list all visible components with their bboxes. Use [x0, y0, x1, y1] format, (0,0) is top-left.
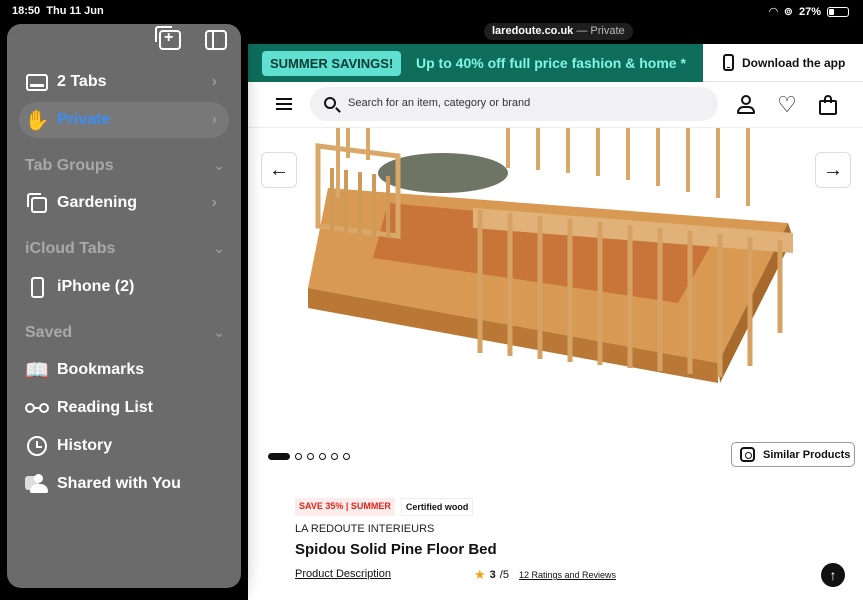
tabs-icon	[26, 73, 48, 91]
glasses-icon	[25, 403, 49, 413]
battery-fill	[829, 8, 834, 15]
product-brand[interactable]: LA REDOUTE INTERIEURS	[295, 523, 434, 535]
sale-badge: SAVE 35% | SUMMER	[295, 498, 395, 516]
similar-products-label: Similar Products	[763, 448, 851, 461]
menu-icon[interactable]	[276, 98, 292, 110]
certified-badge: Certified wood	[400, 498, 474, 516]
orientation-lock-icon: ⊚	[783, 6, 793, 18]
section-header: iCloud Tabs	[25, 240, 116, 257]
chevron-right-icon: ›	[211, 73, 217, 90]
promo-tag: SUMMER SAVINGS!	[262, 51, 402, 76]
chevron-down-icon: ⌄	[213, 157, 225, 173]
phone-icon	[723, 54, 734, 71]
sidebar-item-iphone[interactable]: iPhone (2)	[19, 269, 229, 305]
chevron-right-icon: ›	[211, 194, 217, 211]
search-placeholder: Search for an item, category or brand	[348, 97, 531, 109]
promo-text: Up to 40% off full price fashion & home …	[416, 55, 686, 71]
battery-icon	[827, 6, 849, 17]
status-right: ◠ ⊚ 27%	[769, 5, 849, 18]
wifi-icon: ◠	[769, 6, 778, 18]
gallery-dot[interactable]	[295, 453, 302, 460]
sidebar-item-label: Bookmarks	[57, 361, 145, 378]
safari-sidebar: 2 Tabs › ✋ Private › Tab Groups ⌄ Garden…	[7, 24, 241, 588]
sidebar-item-reading-list[interactable]: Reading List	[19, 390, 229, 426]
sidebar-item-tabs[interactable]: 2 Tabs ›	[19, 64, 229, 100]
product-rating: ★ 3 /5 12 Ratings and Reviews	[474, 567, 616, 583]
web-page: SUMMER SAVINGS! Up to 40% off full price…	[248, 44, 863, 600]
battery-percent: 27%	[798, 5, 821, 18]
product-info: SAVE 35% | SUMMER Certified wood LA REDO…	[248, 473, 863, 600]
product-description-link[interactable]: Product Description	[295, 568, 391, 580]
address-domain: laredoute.co.uk	[492, 25, 574, 37]
section-header: Saved	[25, 324, 73, 341]
rating-max: /5	[499, 569, 509, 581]
gallery-next-button[interactable]: →	[815, 152, 851, 188]
download-app-label: Download the app	[742, 55, 846, 70]
iphone-icon	[30, 276, 44, 298]
sidebar-item-history[interactable]: History	[19, 428, 229, 464]
book-icon: 📖	[24, 359, 50, 382]
sidebar-item-label: Private	[57, 111, 111, 128]
sidebar-item-label: Reading List	[57, 399, 154, 416]
sidebar-item-private[interactable]: ✋ Private ›	[19, 102, 229, 138]
status-bar: 18:50 Thu 11 Jun ◠ ⊚ 27%	[0, 0, 863, 22]
shared-icon	[25, 474, 49, 494]
similar-products-button[interactable]: Similar Products	[731, 442, 855, 467]
product-gallery[interactable]: ← → Similar Products	[248, 128, 863, 473]
tab-group-icon	[27, 193, 47, 213]
gallery-dot[interactable]	[331, 453, 338, 460]
promo-banner[interactable]: SUMMER SAVINGS! Up to 40% off full price…	[248, 44, 703, 82]
new-tab-group-icon[interactable]	[155, 26, 181, 50]
rating-value: 3	[489, 569, 496, 581]
hand-icon: ✋	[24, 109, 50, 132]
search-input[interactable]: Search for an item, category or brand	[310, 87, 718, 121]
reviews-link[interactable]: 12 Ratings and Reviews	[519, 570, 616, 580]
gallery-dot[interactable]	[319, 453, 326, 460]
section-tab-groups[interactable]: Tab Groups ⌄	[25, 157, 225, 175]
section-icloud-tabs[interactable]: iCloud Tabs ⌄	[25, 240, 225, 258]
sidebar-toolbar	[155, 26, 227, 50]
sidebar-item-gardening[interactable]: Gardening ›	[19, 185, 229, 221]
sidebar-item-label: History	[57, 437, 113, 454]
account-icon[interactable]	[736, 95, 756, 115]
sidebar-toggle-icon[interactable]	[205, 30, 227, 50]
shopping-bag-icon[interactable]	[818, 95, 838, 115]
gallery-dot[interactable]	[343, 453, 350, 460]
star-icon: ★	[474, 567, 486, 582]
sidebar-item-label: 2 Tabs	[57, 73, 107, 90]
back-to-top-button[interactable]: ↑	[821, 563, 845, 587]
section-header: Tab Groups	[25, 157, 114, 174]
visual-search-icon	[740, 447, 755, 462]
sidebar-item-label: Shared with You	[57, 475, 181, 492]
search-icon	[324, 97, 336, 109]
gallery-dot[interactable]	[268, 453, 290, 460]
product-badges: SAVE 35% | SUMMER Certified wood	[295, 498, 474, 516]
section-saved[interactable]: Saved ⌄	[25, 324, 225, 342]
chevron-down-icon: ⌄	[213, 240, 225, 256]
sidebar-item-bookmarks[interactable]: 📖 Bookmarks	[19, 352, 229, 388]
product-image-floor-bed	[308, 128, 793, 383]
wishlist-heart-icon[interactable]: ♡	[777, 94, 797, 116]
sidebar-item-label: Gardening	[57, 194, 138, 211]
chevron-right-icon: ›	[211, 111, 217, 128]
sidebar-item-shared-with-you[interactable]: Shared with You	[19, 466, 229, 502]
download-app-link[interactable]: Download the app	[703, 44, 863, 82]
address-bar[interactable]: laredoute.co.uk — Private	[484, 23, 633, 40]
chevron-down-icon: ⌄	[213, 324, 225, 340]
site-header: Search for an item, category or brand ♡	[248, 82, 863, 128]
address-private-label: — Private	[576, 25, 625, 37]
status-time: 18:50 Thu 11 Jun	[12, 5, 104, 17]
gallery-prev-button[interactable]: ←	[261, 152, 297, 188]
gallery-dots[interactable]	[268, 453, 350, 460]
gallery-dot[interactable]	[307, 453, 314, 460]
clock-icon	[27, 436, 47, 456]
product-title: Spidou Solid Pine Floor Bed	[295, 541, 497, 558]
sidebar-item-label: iPhone (2)	[57, 278, 135, 295]
